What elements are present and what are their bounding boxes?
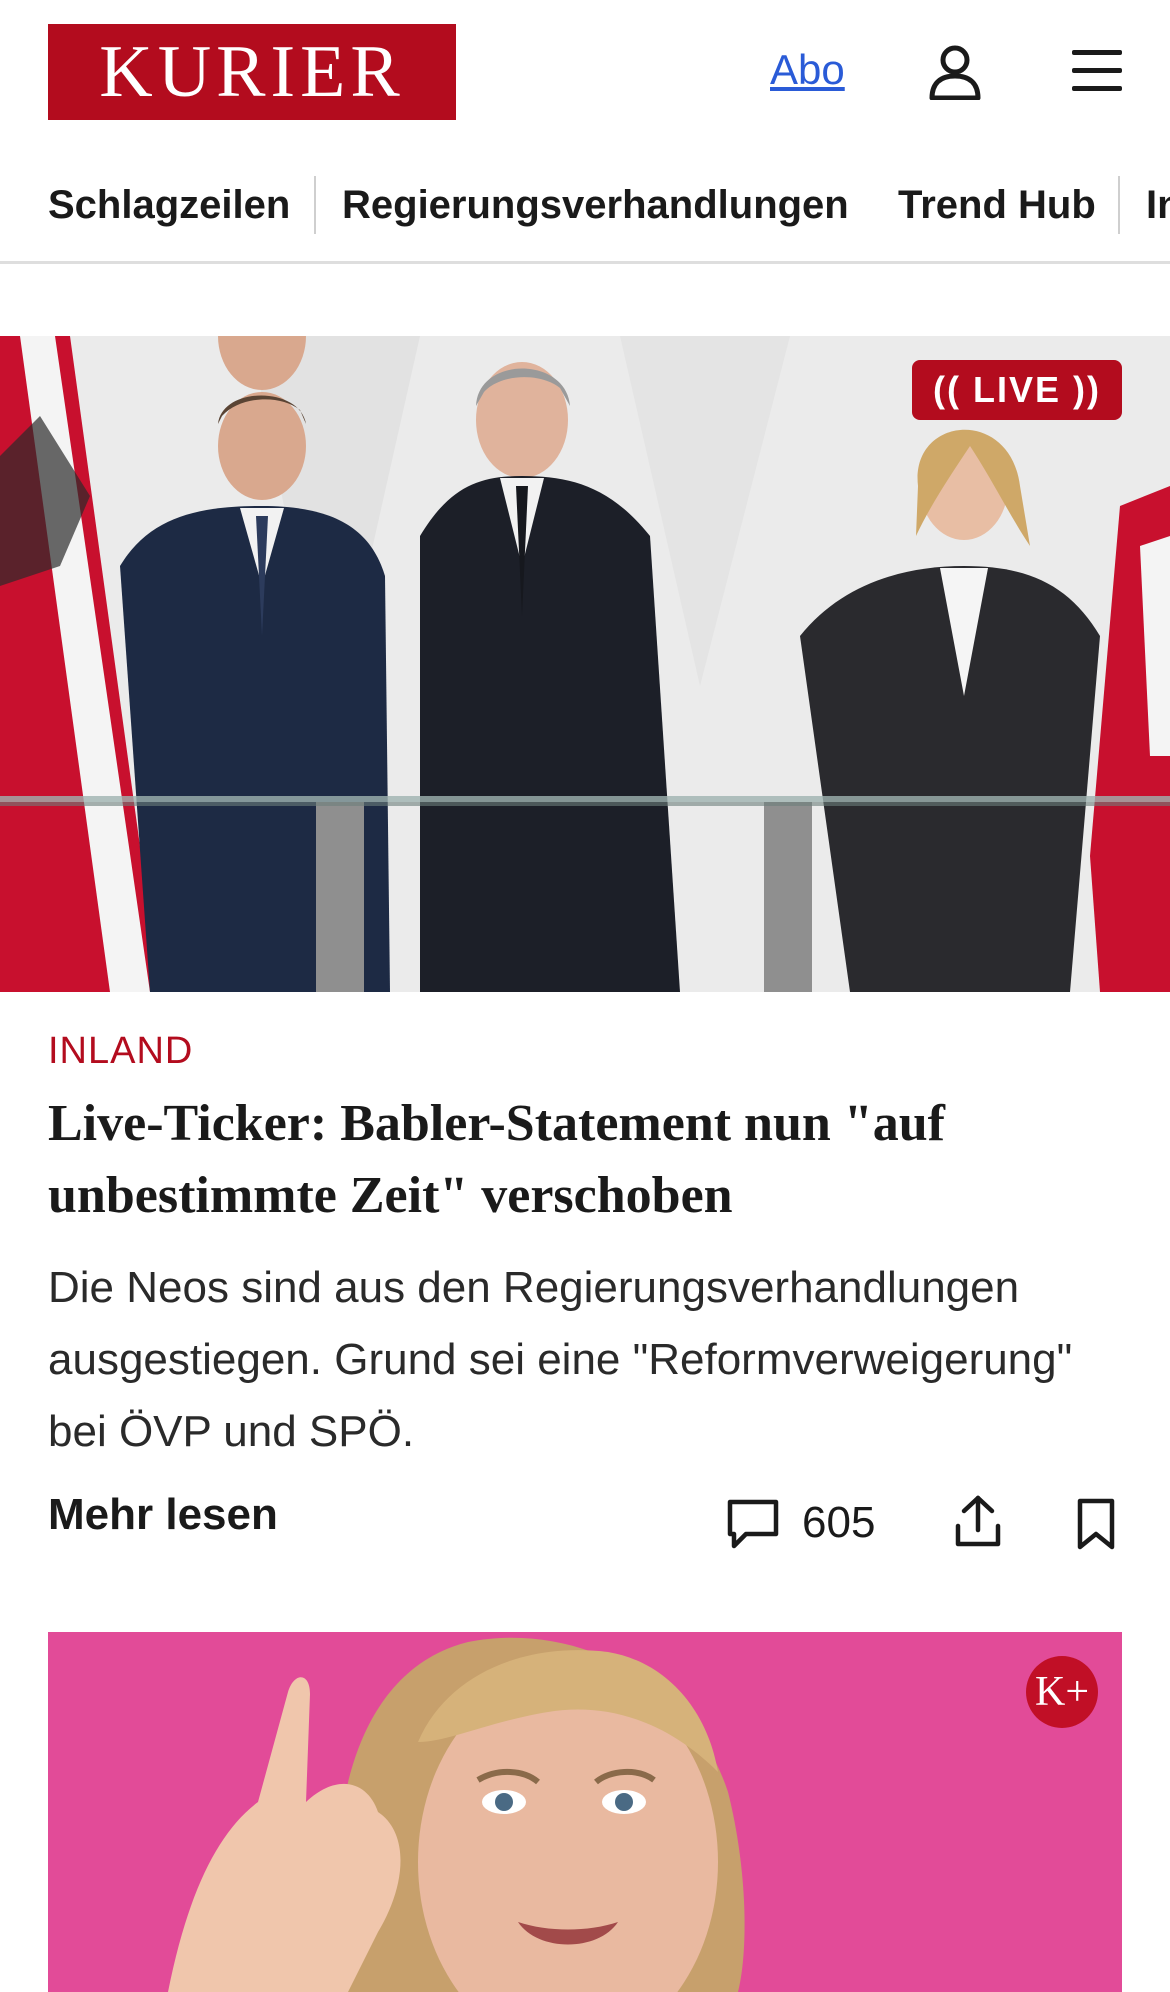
bookmark-icon[interactable] [1076, 1498, 1116, 1550]
hero-image[interactable] [0, 336, 1170, 992]
article-kicker[interactable]: INLAND [48, 1030, 193, 1073]
hamburger-menu-icon[interactable] [1070, 48, 1124, 94]
nav-item-in[interactable]: In [1146, 180, 1170, 230]
read-more-link[interactable]: Mehr lesen [48, 1490, 278, 1540]
live-badge: (( LIVE )) [912, 360, 1122, 420]
abo-link[interactable]: Abo [770, 46, 845, 94]
share-icon[interactable] [954, 1494, 1002, 1548]
comment-count[interactable]: 605 [802, 1498, 875, 1548]
broadcast-icon: (( [932, 369, 961, 410]
second-article-image[interactable] [48, 1632, 1122, 1992]
article-teaser: Die Neos sind aus den Regierungsverhandl… [48, 1263, 1073, 1456]
nav-divider [314, 176, 316, 234]
nav-item-schlagzeilen[interactable]: Schlagzeilen [48, 180, 290, 230]
user-icon[interactable] [928, 44, 982, 100]
nav-divider [1118, 176, 1120, 234]
live-label: LIVE [972, 369, 1061, 410]
section-nav: Schlagzeilen Regierungsverhandlungen Tre… [0, 160, 1170, 264]
nav-item-trend-hub[interactable]: Trend Hub [898, 180, 1096, 230]
kplus-premium-badge: K+ [1026, 1656, 1098, 1728]
site-header: KURIER Abo [0, 0, 1170, 150]
broadcast-icon: )) [1073, 369, 1101, 410]
article-headline[interactable]: Live-Ticker: Babler-Statement nun "auf u… [48, 1088, 1128, 1232]
comment-icon[interactable] [726, 1498, 780, 1550]
nav-item-regierungsverhandlungen[interactable]: Regierungsverhandlungen [342, 180, 849, 230]
kurier-logo[interactable]: KURIER [48, 24, 456, 120]
